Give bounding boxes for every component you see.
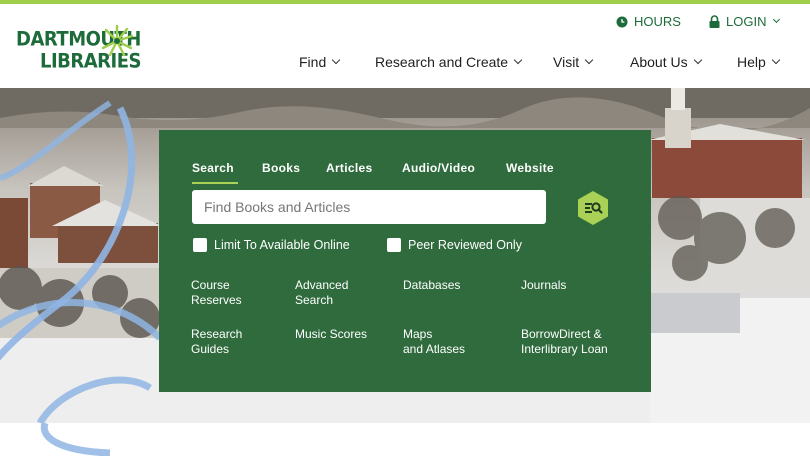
search-input[interactable] [192, 190, 546, 224]
lock-icon [709, 15, 720, 28]
link-maps-and-atlases[interactable]: Maps and Atlases [403, 327, 465, 357]
checkbox-available-online[interactable] [193, 238, 207, 252]
link-music-scores[interactable]: Music Scores [295, 327, 367, 342]
filter-peer-reviewed[interactable]: Peer Reviewed Only [387, 238, 522, 252]
nav-find-label: Find [299, 54, 327, 70]
hours-label: HOURS [634, 14, 681, 29]
tab-search[interactable]: Search [192, 161, 238, 184]
filter-available-online-label: Limit To Available Online [214, 238, 350, 252]
nav-visit[interactable]: Visit [553, 54, 594, 70]
chevron-down-icon [331, 55, 341, 65]
chevron-down-icon [693, 55, 702, 65]
link-research-guides[interactable]: Research Guides [191, 327, 242, 357]
nav-find[interactable]: Find [299, 54, 341, 70]
nav-research-label: Research and Create [375, 54, 509, 70]
nav-help[interactable]: Help [737, 54, 781, 70]
nav-research-and-create[interactable]: Research and Create [375, 54, 523, 70]
chevron-down-icon [773, 15, 781, 24]
link-borrowdirect-ill[interactable]: BorrowDirect & Interlibrary Loan [521, 327, 608, 357]
checkbox-peer-reviewed[interactable] [387, 238, 401, 252]
starburst-icon [101, 24, 134, 57]
tab-articles[interactable]: Articles [326, 161, 372, 175]
filter-available-online[interactable]: Limit To Available Online [193, 238, 350, 252]
hours-link[interactable]: HOURS [616, 14, 681, 29]
tab-website[interactable]: Website [506, 161, 554, 175]
blue-swirl-decoration [40, 421, 111, 456]
search-button[interactable] [576, 190, 610, 226]
link-journals[interactable]: Journals [521, 278, 566, 293]
below-hero-section [0, 421, 810, 456]
nav-visit-label: Visit [553, 54, 580, 70]
tab-books[interactable]: Books [262, 161, 300, 175]
link-course-reserves[interactable]: Course Reserves [191, 278, 242, 308]
filter-peer-reviewed-label: Peer Reviewed Only [408, 238, 522, 252]
login-label: LOGIN [726, 14, 767, 29]
clock-icon [616, 16, 628, 27]
chevron-down-icon [513, 55, 523, 65]
link-databases[interactable]: Databases [403, 278, 460, 293]
main-nav: Find Research and Create Visit About Us … [0, 54, 810, 74]
chevron-down-icon [771, 55, 781, 65]
site-header: DARTMOUTH LIBRARIES HOURS LOGIN Find Res… [0, 4, 810, 88]
nav-about-label: About Us [630, 54, 688, 70]
chevron-down-icon [584, 55, 594, 65]
nav-about-us[interactable]: About Us [630, 54, 702, 70]
link-advanced-search[interactable]: Advanced Search [295, 278, 348, 308]
nav-help-label: Help [737, 54, 766, 70]
search-panel: Search Books Articles Audio/Video Websit… [159, 130, 651, 392]
tab-audio-video[interactable]: Audio/Video [402, 161, 475, 175]
login-link[interactable]: LOGIN [709, 14, 781, 29]
